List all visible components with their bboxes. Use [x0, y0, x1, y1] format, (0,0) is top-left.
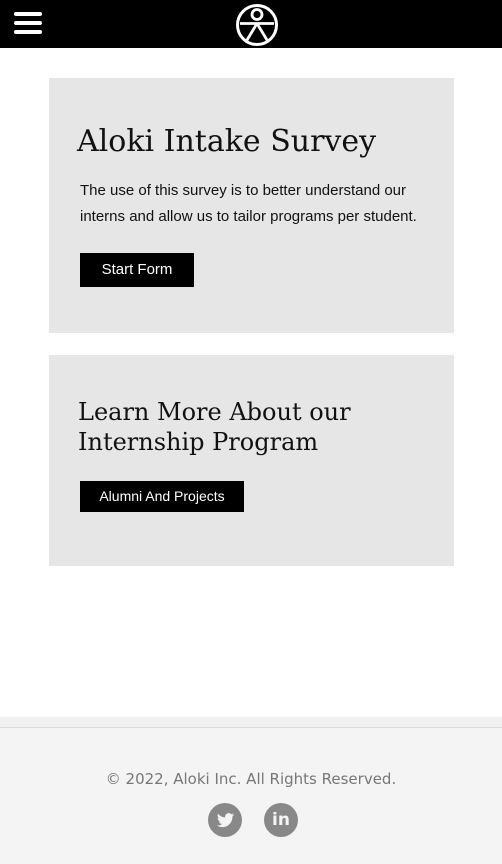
- alumni-and-projects-button[interactable]: Alumni And Projects: [80, 481, 244, 512]
- linkedin-icon[interactable]: in: [264, 803, 298, 837]
- internship-program-card: Learn More About our Internship Program …: [49, 355, 454, 566]
- internship-title: Learn More About our Internship Program: [78, 398, 351, 456]
- linkedin-glyph: in: [272, 810, 290, 830]
- intake-survey-card: Aloki Intake Survey The use of this surv…: [49, 78, 454, 333]
- start-form-button[interactable]: Start Form: [80, 253, 194, 287]
- twitter-icon[interactable]: [208, 803, 242, 837]
- person-circle-logo-icon[interactable]: [234, 2, 280, 48]
- survey-title: Aloki Intake Survey: [77, 124, 377, 159]
- top-navigation-bar: [0, 0, 502, 48]
- survey-description: The use of this survey is to better unde…: [80, 182, 417, 225]
- footer: © 2022, Aloki Inc. All Rights Reserved. …: [0, 728, 502, 864]
- hamburger-menu-icon[interactable]: [12, 10, 44, 36]
- copyright-text: © 2022, Aloki Inc. All Rights Reserved.: [105, 770, 397, 788]
- footer-divider: [0, 717, 502, 728]
